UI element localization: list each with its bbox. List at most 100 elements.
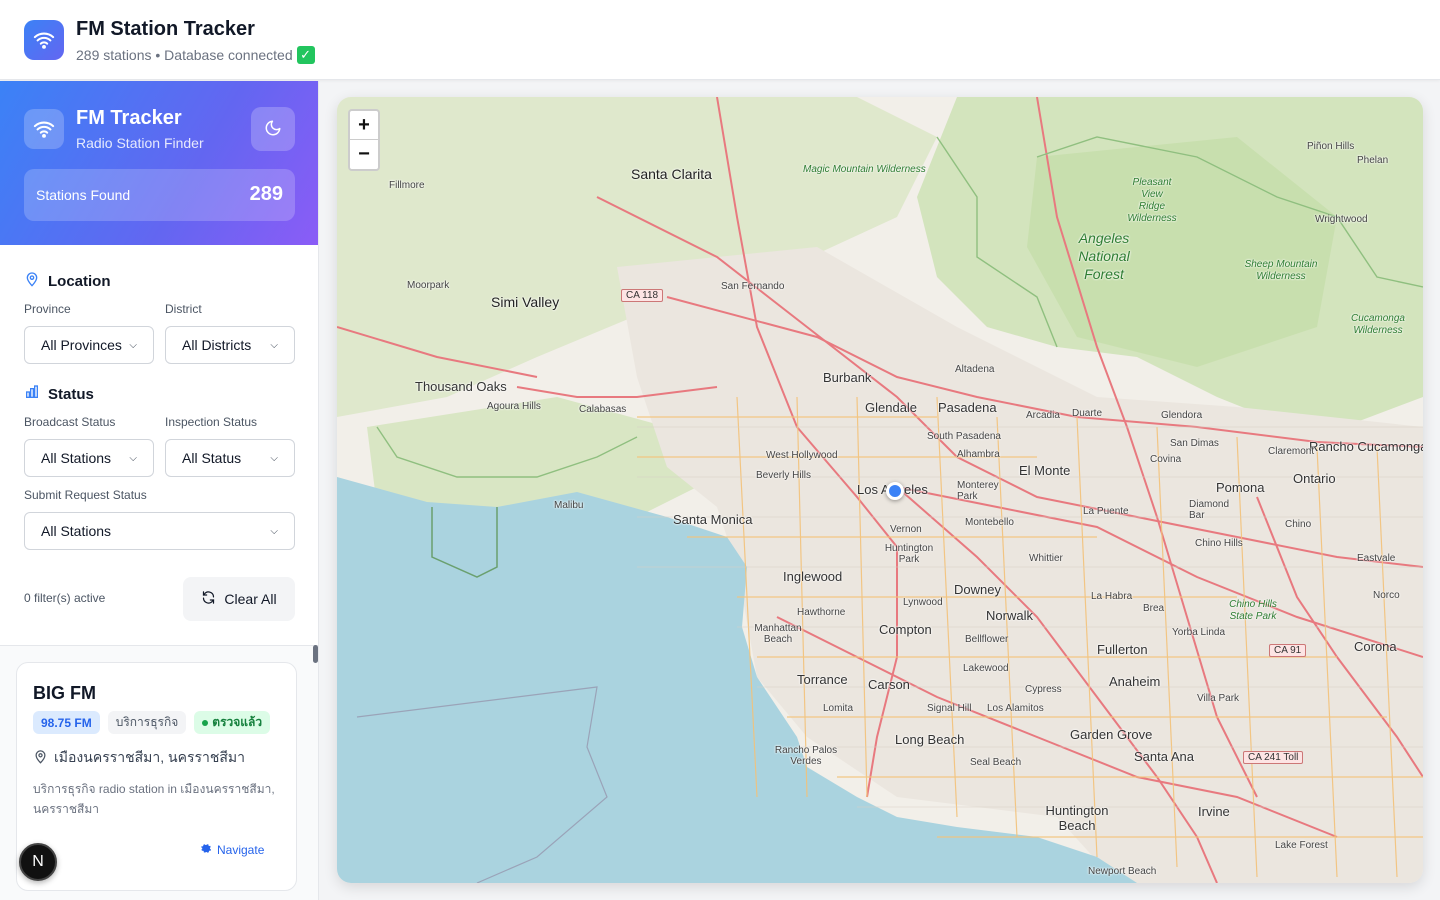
map-label: Yorba Linda <box>1172 627 1226 638</box>
stations-found-count: 289 <box>249 183 283 205</box>
app-header: FM Station Tracker 289 stations • Databa… <box>0 0 1440 80</box>
map-label: Lakewood <box>963 663 1009 674</box>
sidebar-hero: FM Tracker Radio Station Finder Stations… <box>0 81 318 245</box>
map-label: Huntington Park <box>884 543 934 565</box>
district-select-value: All Districts <box>182 337 252 353</box>
moon-icon <box>264 119 282 140</box>
station-card[interactable]: BIG FM 98.75 FM บริการธุรกิจ ตรวจแล้ว เม… <box>16 662 297 891</box>
map-label: Malibu <box>554 500 584 511</box>
map-label: La Puente <box>1083 506 1129 517</box>
broadcast-status-select[interactable]: All Stations ⌵ <box>24 439 154 477</box>
list-scrollbar[interactable] <box>313 645 318 663</box>
map-label: Chino <box>1285 519 1312 530</box>
map-label: Seal Beach <box>970 757 1022 768</box>
station-description: บริการธุรกิจ radio station in เมืองนครรา… <box>33 782 275 816</box>
map-label: Rancho Palos Verdes <box>774 745 838 767</box>
station-location-text: เมืองนครราชสีมา, นครราชสีมา <box>54 749 245 765</box>
map-label: Beverly Hills <box>756 470 812 481</box>
map-label: Cypress <box>1025 684 1062 695</box>
map-label: Whittier <box>1029 553 1063 564</box>
map-label: San Dimas <box>1170 438 1219 449</box>
zoom-out-button[interactable]: − <box>350 140 378 169</box>
map-label: Covina <box>1150 454 1182 465</box>
map-label: Angeles National Forest <box>1078 230 1130 282</box>
zoom-in-button[interactable]: + <box>350 111 378 140</box>
map-label: Santa Ana <box>1134 749 1194 764</box>
chevron-down-icon: ⌵ <box>270 339 278 351</box>
submit-request-status-value: All Stations <box>41 523 112 539</box>
map-label: Carson <box>868 677 910 692</box>
status-heading: Status <box>24 384 94 404</box>
map-label: El Monte <box>1019 463 1071 478</box>
map-label: Norco <box>1373 590 1400 601</box>
inspection-status-value: All Status <box>182 450 242 466</box>
map-label: Montebello <box>965 517 1014 528</box>
map-label: Corona <box>1354 639 1397 654</box>
map-label: Inglewood <box>783 569 843 584</box>
dev-tools-badge[interactable]: N <box>19 843 57 881</box>
station-marker[interactable] <box>886 482 904 500</box>
map-label: Chino Hills <box>1195 538 1243 549</box>
province-label: Province <box>24 302 71 316</box>
status-dot-icon <box>202 719 209 726</box>
map-label: Alhambra <box>957 449 1000 460</box>
submit-request-status-select[interactable]: All Stations ⌵ <box>24 512 295 550</box>
map-label: Moorpark <box>407 280 450 291</box>
map-label: Manhattan Beach <box>754 623 802 645</box>
map-label: Burbank <box>823 370 872 385</box>
wifi-icon <box>24 20 64 60</box>
map-label: Monterey Park <box>957 480 999 502</box>
map-label: Brea <box>1143 603 1165 614</box>
map-pin-icon <box>33 749 48 767</box>
map-label: Torrance <box>797 672 848 687</box>
map-label: Eastvale <box>1357 553 1396 564</box>
map-label: Downey <box>954 582 1001 597</box>
highway-shield: CA 241 Toll <box>1243 751 1304 764</box>
brand-subtitle: Radio Station Finder <box>76 135 204 151</box>
map-label: Agoura Hills <box>487 401 541 412</box>
map-label: Claremont <box>1268 446 1315 457</box>
broadcast-status-value: All Stations <box>41 450 112 466</box>
map-label: San Fernando <box>721 281 785 292</box>
navigate-label: Navigate <box>217 843 265 857</box>
sidebar: FM Tracker Radio Station Finder Stations… <box>0 81 319 900</box>
status-heading-text: Status <box>48 385 94 403</box>
map-label: Simi Valley <box>491 294 560 310</box>
inspection-status-badge: ตรวจแล้ว <box>194 711 271 734</box>
map-label: Pasadena <box>938 400 997 415</box>
refresh-icon <box>201 590 216 608</box>
map-label: Calabasas <box>579 404 627 415</box>
district-label: District <box>165 302 202 316</box>
map-label: Long Beach <box>895 732 965 747</box>
map-label: Pomona <box>1216 480 1265 495</box>
map-label: Norwalk <box>986 608 1033 623</box>
location-heading: Location <box>24 271 111 291</box>
clear-all-button[interactable]: Clear All <box>183 577 295 621</box>
brand-title: FM Tracker <box>76 107 182 129</box>
map-label: Cucamonga Wilderness <box>1351 313 1405 336</box>
navigate-button[interactable]: Navigate <box>201 843 264 857</box>
map-label: Compton <box>879 622 932 637</box>
map-label: Arcadia <box>1026 410 1060 421</box>
map-pin-icon <box>24 271 40 291</box>
inspection-status-text: ตรวจแล้ว <box>212 715 263 729</box>
map-label: Lomita <box>823 703 854 714</box>
highway-shield: CA 91 <box>1269 644 1307 657</box>
dark-mode-toggle[interactable] <box>251 107 295 151</box>
map-label: Glendale <box>865 400 918 415</box>
inspection-status-select[interactable]: All Status ⌵ <box>165 439 295 477</box>
map-label: Magic Mountain Wilderness <box>803 164 926 175</box>
map-label: Santa Monica <box>673 512 753 527</box>
location-heading-text: Location <box>48 272 111 290</box>
app-subtitle: 289 stations • Database connected ✓ <box>76 46 315 64</box>
inspection-status-label: Inspection Status <box>165 415 258 429</box>
stations-found-card: Stations Found 289 <box>24 169 295 221</box>
district-select[interactable]: All Districts ⌵ <box>165 326 295 364</box>
map-label: Newport Beach <box>1088 866 1157 877</box>
map-label: Villa Park <box>1197 693 1240 704</box>
map-label: Phelan <box>1357 155 1389 166</box>
map-label: Signal Hill <box>927 703 972 714</box>
province-select[interactable]: All Provinces ⌵ <box>24 326 154 364</box>
zoom-control: + − <box>348 109 380 171</box>
station-map[interactable]: + − Santa Clarita Fillmore Magic Mountai… <box>337 97 1423 883</box>
